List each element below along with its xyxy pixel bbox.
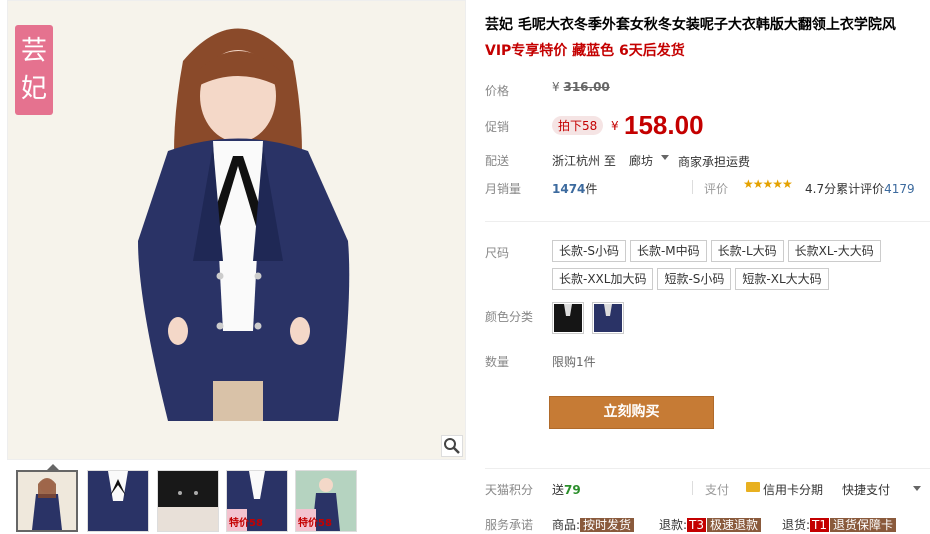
sales-count: 1474件 — [552, 180, 597, 197]
service-tag: 退货保障卡 — [830, 518, 897, 532]
thumbnail-4[interactable]: 特价58 — [226, 470, 288, 532]
service-tag: 极速退款 — [707, 518, 762, 532]
quantity-label: 数量 — [485, 355, 510, 369]
price-meta-box: 价格 ¥ 316.00 促销 拍下58 ¥ 158.00 配送 浙江杭州 至 廊… — [485, 70, 930, 222]
size-label: 尺码 — [485, 246, 510, 260]
brand-badge: 芸 妃 — [15, 25, 53, 115]
service-code: T3 — [687, 518, 707, 532]
service-prefix: 商品: — [552, 518, 581, 532]
sales-unit: 件 — [585, 182, 598, 196]
color-label: 颜色分类 — [485, 310, 534, 324]
footer-info: 天猫积分 送79 支付 信用卡分期 快捷支付 服务承诺 商品: 按时发货 退款: T… — [485, 468, 930, 534]
brand-badge-char: 芸 — [20, 36, 47, 66]
service-item[interactable]: 商品: 按时发货 — [552, 516, 635, 533]
thumbnail-sale-label: 特价58 — [298, 518, 332, 529]
chevron-down-icon[interactable] — [913, 486, 921, 491]
promo-price-yen: ¥ — [611, 119, 619, 133]
size-options: 长款-S小码 长款-M中码 长款-L大码 长款XL-大大码长款-XXL加大码 短款-S小… — [552, 240, 922, 296]
divider — [692, 180, 693, 194]
size-option[interactable]: 短款-S小码 — [657, 268, 732, 290]
service-prefix: 退货: — [782, 518, 811, 532]
color-swatch-navy[interactable] — [592, 302, 624, 334]
pay-quick[interactable]: 快捷支付 — [842, 481, 890, 498]
thumbnail-sale-label: 特价58 — [229, 518, 263, 529]
price-label: 价格 — [485, 84, 510, 98]
points-prefix: 送 — [552, 483, 565, 497]
original-price-yen: ¥ — [552, 80, 560, 94]
service-prefix: 退款: — [659, 518, 688, 532]
promo-price: 158.00 — [624, 110, 704, 140]
rating-score: 4.7分 — [805, 182, 837, 196]
product-title: 芸妃 毛呢大衣冬季外套女秋冬女装呢子大衣韩版大翻领上衣学院风 — [485, 17, 896, 33]
sales-label: 月销量 — [485, 182, 522, 196]
points-value: 送79 — [552, 481, 581, 498]
chevron-down-icon[interactable] — [661, 155, 669, 160]
service-label: 服务承诺 — [485, 518, 534, 532]
magnifier-icon[interactable] — [441, 435, 463, 457]
rating-stars-icon: ★★★★★ — [743, 177, 793, 191]
thumbnail-3[interactable] — [157, 470, 219, 532]
review-count: 4179 — [884, 182, 915, 196]
ship-to-select[interactable]: 廊坊 — [629, 152, 653, 169]
product-subtitle: VIP专享特价 藏蓝色 6天后发货 — [485, 43, 685, 59]
ship-label: 配送 — [485, 154, 510, 168]
review-label: 评价 — [704, 182, 729, 196]
size-option[interactable]: 长款-S小码 — [552, 240, 626, 262]
ship-note: 商家承担运费 — [678, 155, 751, 169]
promo-label: 促销 — [485, 120, 510, 134]
points-number: 79 — [564, 483, 581, 497]
brand-badge-char: 妃 — [20, 74, 47, 104]
credit-card-icon — [746, 482, 760, 492]
divider — [692, 481, 693, 495]
original-price: ¥ 316.00 — [552, 80, 610, 94]
thumbnail-2[interactable] — [87, 470, 149, 532]
size-option[interactable]: 长款XL-大大码 — [787, 240, 881, 262]
service-item[interactable]: 退款: T3 极速退款 — [659, 516, 762, 533]
thumbnail-5[interactable]: 特价58 — [295, 470, 357, 532]
sales-count-value: 1474 — [552, 182, 586, 196]
pay-credit-card[interactable]: 信用卡分期 — [763, 481, 823, 498]
main-product-image[interactable]: 芸 妃 — [7, 0, 466, 460]
options-box: 尺码 长款-S小码 长款-M中码 长款-L大码 长款XL-大大码长款-XXL加大码 短款… — [485, 222, 930, 452]
size-option[interactable]: 长款-M中码 — [629, 240, 707, 262]
thumbnail-1[interactable] — [16, 470, 78, 532]
model-illustration — [138, 28, 350, 421]
promo-tag: 拍下58 — [552, 116, 604, 135]
service-code: T1 — [810, 518, 830, 532]
buy-now-button[interactable]: 立刻购买 — [549, 396, 714, 429]
review-summary[interactable]: 4.7分累计评价4179 — [805, 180, 915, 197]
size-option[interactable]: 短款-XL大大码 — [735, 268, 829, 290]
size-option[interactable]: 长款-L大码 — [710, 240, 784, 262]
review-count-label: 累计评价 — [836, 182, 885, 196]
service-item[interactable]: 退货: T1 退货保障卡 — [782, 516, 897, 533]
color-swatch-black[interactable] — [552, 302, 584, 334]
original-price-value: 316.00 — [563, 80, 610, 94]
ship-from: 浙江杭州 至 — [552, 154, 616, 168]
service-tag: 按时发货 — [580, 518, 635, 532]
pay-label: 支付 — [705, 483, 730, 497]
quantity-limit: 限购1件 — [552, 355, 596, 369]
thumbnail-strip: 特价58 特价58 — [7, 462, 466, 534]
points-label: 天猫积分 — [485, 483, 534, 497]
size-option[interactable]: 长款-XXL加大码 — [552, 268, 654, 290]
